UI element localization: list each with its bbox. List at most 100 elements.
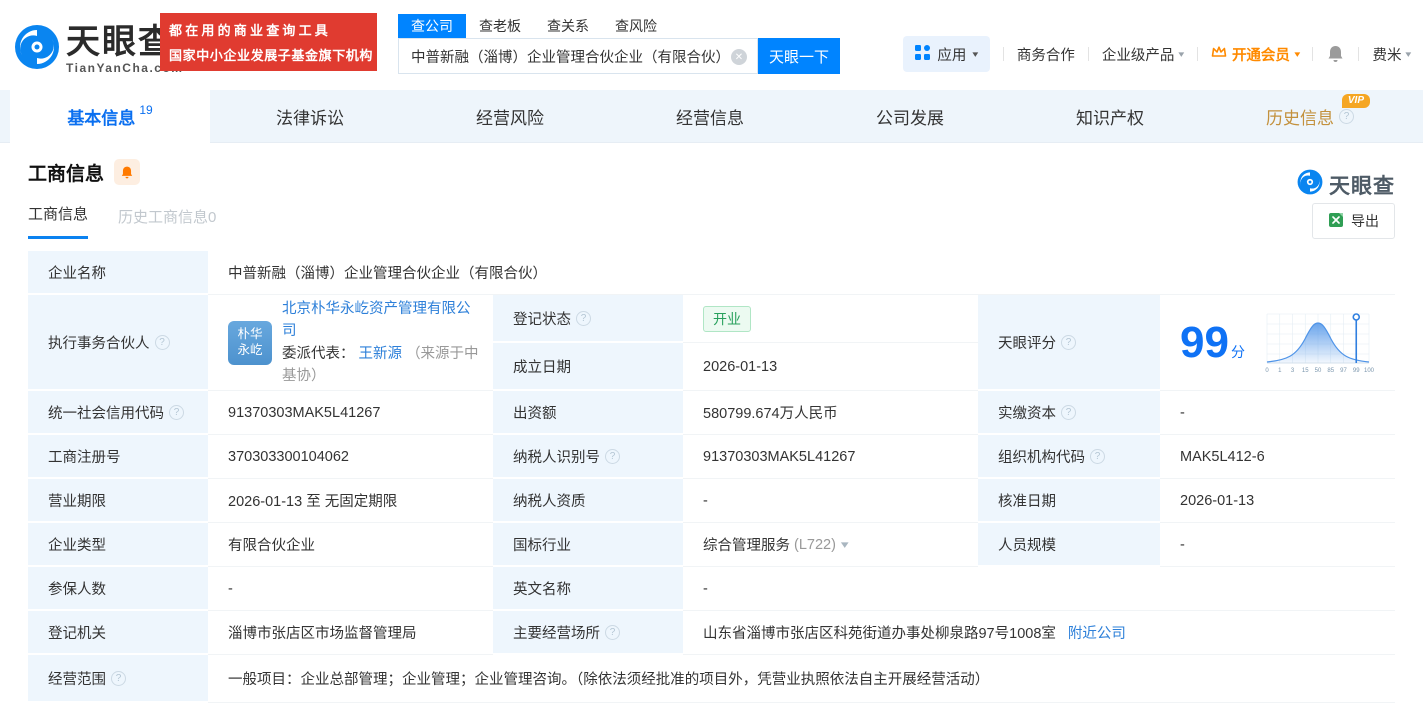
label-text: 人员规模 (998, 537, 1056, 554)
tab-label: 法律诉讼 (276, 109, 344, 128)
label-executive-partner: 执行事务合伙人 ? (28, 295, 208, 391)
user-name: 费米 (1372, 47, 1402, 64)
svg-text:0: 0 (1265, 368, 1269, 374)
help-icon[interactable]: ? (154, 334, 170, 350)
nearby-companies-link[interactable]: 附近公司 (1068, 622, 1126, 643)
subtab-history-business-info[interactable]: 历史工商信息0 (118, 206, 216, 239)
search-button[interactable]: 天眼一下 (758, 38, 840, 74)
help-icon[interactable]: ? (169, 404, 184, 420)
chevron-down-icon: ▾ (1405, 48, 1412, 59)
value-registration-number: 370303300104062 (208, 435, 493, 479)
label-staff-size: 人员规模 (978, 523, 1160, 567)
help-icon[interactable]: ? (1061, 404, 1076, 420)
label-text: 主要经营场所 (513, 625, 600, 642)
value-capital: 580799.674万人民币 (683, 391, 978, 435)
help-icon[interactable]: ? (111, 670, 126, 686)
subtab-business-info[interactable]: 工商信息 (28, 203, 89, 239)
label-taxpayer-quality: 纳税人资质 (493, 479, 683, 523)
nav-divider (1002, 47, 1004, 61)
label-text: 经营范围 (48, 671, 106, 688)
search-tab-risk[interactable]: 查风险 (602, 14, 670, 38)
help-icon[interactable]: ? (1339, 109, 1354, 124)
subscribe-bell-icon[interactable] (114, 159, 141, 185)
apps-grid-icon (915, 44, 931, 64)
crown-icon (1211, 45, 1227, 63)
tab-legal-proceedings[interactable]: 法律诉讼 (210, 90, 410, 143)
help-icon[interactable]: ? (605, 448, 620, 464)
rep-name-link[interactable]: 王新源 (359, 346, 403, 362)
label-paid-capital: 实缴资本 ? (978, 391, 1160, 435)
label-text: 纳税人资质 (513, 493, 586, 510)
tab-label: 公司发展 (876, 109, 944, 128)
label-industry: 国标行业 (493, 523, 683, 567)
export-button[interactable]: 导出 (1312, 203, 1395, 239)
value-registration-authority: 淄博市张店区市场监督管理局 (208, 611, 493, 655)
search-tab-boss[interactable]: 查老板 (466, 14, 534, 38)
label-text: 工商注册号 (48, 449, 121, 466)
value-credit-code: 91370303MAK5L41267 (208, 391, 493, 435)
tab-operating-risk[interactable]: 经营风险 (410, 90, 610, 143)
help-icon[interactable]: ? (576, 310, 591, 326)
tianyancha-logo-icon (14, 24, 60, 75)
help-icon[interactable]: ? (1061, 334, 1076, 350)
value-org-code: MAK5L412-6 (1160, 435, 1395, 479)
partner-avatar[interactable]: 朴华 永屹 (228, 320, 272, 365)
value-tianyan-score: 99 分 0 1 3 15 50 85 97 99 100 (1160, 295, 1395, 391)
nav-enterprise-label: 企业级产品 (1101, 47, 1175, 64)
tab-basic-info[interactable]: 基本信息 19 (10, 90, 210, 143)
label-text: 成立日期 (513, 359, 571, 376)
capital-value: 580799.674万人民币 (703, 406, 838, 422)
nav-enterprise-products[interactable]: 企业级产品 ▾ (1101, 44, 1185, 65)
label-business-term: 营业期限 (28, 479, 208, 523)
label-premises: 主要经营场所 ? (493, 611, 683, 655)
search-box: ✕ (398, 38, 758, 74)
registration-authority-value: 淄博市张店区市场监督管理局 (228, 626, 417, 642)
chevron-down-icon[interactable]: ▾ (841, 538, 849, 551)
tab-label: 历史信息 (1266, 109, 1334, 128)
tab-intellectual-property[interactable]: 知识产权 (1010, 90, 1210, 143)
user-menu[interactable]: 费米 ▾ (1372, 44, 1411, 65)
label-company-type: 企业类型 (28, 523, 208, 567)
clear-icon[interactable]: ✕ (731, 49, 747, 65)
svg-text:99: 99 (1353, 368, 1360, 374)
industry-value: 综合管理服务 (703, 538, 790, 554)
label-registration-status: 登记状态 ? (493, 295, 683, 343)
section-header: 工商信息 (28, 157, 1395, 187)
avatar-text: 永屹 (237, 342, 263, 357)
registration-number-value: 370303300104062 (228, 448, 349, 465)
label-text: 组织机构代码 (998, 449, 1085, 466)
search-tab-company[interactable]: 查公司 (398, 14, 466, 38)
score-distribution-chart: 0 1 3 15 50 85 97 99 100 (1265, 312, 1375, 374)
vip-badge: VIP (1341, 94, 1370, 108)
tianyancha-logo[interactable]: 天眼查 TianYanCha.com (14, 24, 183, 75)
slogan-line2: 国家中小企业发展子基金旗下机构 (169, 48, 374, 63)
tab-label: 经营信息 (676, 109, 744, 128)
nav-cooperation[interactable]: 商务合作 (1017, 44, 1075, 65)
search-tab-relation[interactable]: 查关系 (534, 14, 602, 38)
tab-history-info[interactable]: VIP 历史信息 ? (1210, 90, 1410, 143)
svg-text:100: 100 (1364, 368, 1375, 374)
taxpayer-id-value: 91370303MAK5L41267 (703, 448, 856, 465)
nav-divider (1312, 47, 1314, 61)
notification-bell-icon[interactable] (1326, 44, 1345, 64)
label-text: 英文名称 (513, 581, 571, 598)
help-icon[interactable]: ? (1090, 448, 1105, 464)
business-info-table: 企业名称 中普新融（淄博）企业管理合伙企业（有限合伙） 执行事务合伙人 ? 朴华… (28, 251, 1395, 703)
nav-open-vip[interactable]: 开通会员 ▾ (1211, 44, 1300, 65)
insured-count-value: - (228, 580, 233, 597)
status-badge: 开业 (703, 305, 751, 332)
label-text: 登记机关 (48, 625, 106, 642)
watermark-text: 天眼查 (1329, 174, 1395, 198)
svg-text:50: 50 (1315, 368, 1322, 374)
excel-icon (1328, 212, 1344, 231)
tab-operating-info[interactable]: 经营信息 (610, 90, 810, 143)
value-insured-count: - (208, 567, 493, 611)
tab-company-development[interactable]: 公司发展 (810, 90, 1010, 143)
apps-menu[interactable]: 应用 ▾ (903, 36, 990, 72)
help-icon[interactable]: ? (605, 624, 620, 640)
english-name-value: - (703, 580, 708, 597)
label-text: 核准日期 (998, 493, 1056, 510)
export-label: 导出 (1351, 213, 1379, 229)
partner-company-link[interactable]: 北京朴华永屹资产管理有限公司 (282, 301, 471, 339)
search-input[interactable] (399, 39, 757, 73)
